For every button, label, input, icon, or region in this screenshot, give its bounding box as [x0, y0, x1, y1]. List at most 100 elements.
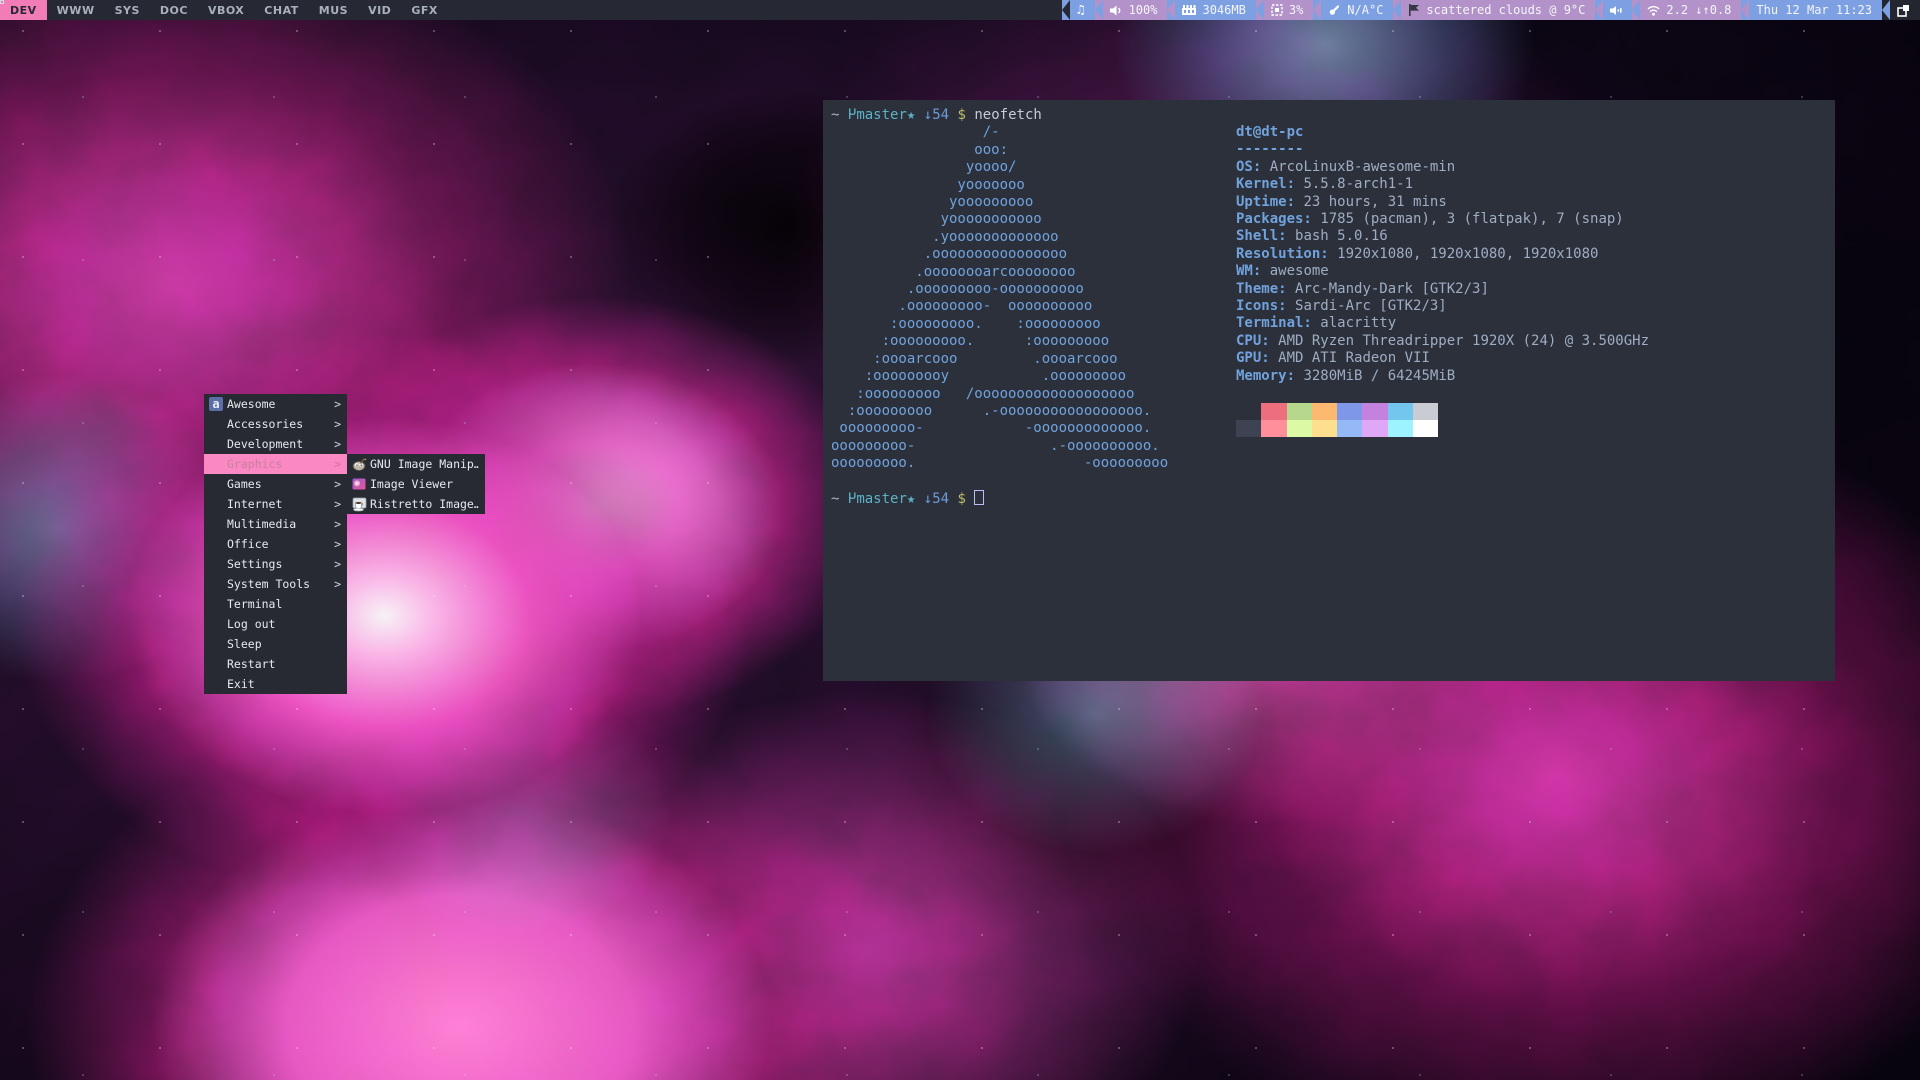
powerline-separator [1256, 0, 1264, 20]
info-label: CPU: [1236, 333, 1270, 349]
tag-chat[interactable]: CHAT [254, 0, 308, 20]
powerline-separator [1095, 0, 1103, 20]
tag-mus[interactable]: MUS [309, 0, 358, 20]
tag-vid[interactable]: VID [358, 0, 401, 20]
system-tray: ♫ 100% 3046MB 3% [1062, 0, 1920, 20]
menu-item-multimedia[interactable]: Multimedia > [204, 514, 347, 534]
submenu-chevron-icon: > [334, 537, 341, 551]
prompt-line: ~ Чmaster★ ↓54 $ neofetch [831, 107, 1042, 123]
cpu-icon [1271, 4, 1283, 16]
menu-item-system-tools[interactable]: System Tools > [204, 574, 347, 594]
tag-label: CHAT [264, 4, 298, 17]
gimp-icon [351, 456, 367, 472]
menu-item-games[interactable]: Games > [204, 474, 347, 494]
menu-item-settings[interactable]: Settings > [204, 554, 347, 574]
info-label: OS: [1236, 159, 1261, 175]
menu-item-awesome[interactable]: a Awesome > [204, 394, 347, 414]
palette-swatch [1287, 420, 1312, 437]
terminal-color-palette-row2 [1236, 420, 1438, 436]
submenu-chevron-icon: > [334, 437, 341, 451]
prompt-cwd: ~ [831, 107, 839, 123]
powerline-separator [1882, 0, 1890, 20]
palette-swatch [1388, 403, 1413, 420]
palette-swatch [1312, 403, 1337, 420]
ristretto-icon [351, 496, 367, 512]
menu-item-internet[interactable]: Internet > [204, 494, 347, 514]
tag-label: MUS [319, 4, 348, 17]
menu-item-log-out[interactable]: Log out [204, 614, 347, 634]
tag-www[interactable]: WWW [47, 0, 105, 20]
thermometer-icon [1328, 4, 1341, 16]
tag-gfx[interactable]: GFX [401, 0, 448, 20]
menu-item-office[interactable]: Office > [204, 534, 347, 554]
menu-item-development[interactable]: Development > [204, 434, 347, 454]
tag-label: VID [368, 4, 391, 17]
info-value: alacritty [1320, 315, 1396, 331]
tag-sys[interactable]: SYS [105, 0, 150, 20]
tag-dev[interactable]: DEV [0, 0, 47, 20]
clock-widget[interactable]: Thu 12 Mar 11:23 [1741, 0, 1882, 20]
info-label: Kernel: [1236, 176, 1295, 192]
palette-swatch [1362, 420, 1387, 437]
audio-toggle-widget[interactable] [1595, 0, 1632, 20]
menu-item-terminal[interactable]: Terminal [204, 594, 347, 614]
layout-indicator[interactable] [1882, 0, 1920, 20]
tag-label: DEV [10, 4, 37, 17]
temperature-widget[interactable]: N/A°C [1313, 0, 1393, 20]
menu-item-graphics[interactable]: Graphics > [204, 454, 347, 474]
volume-widget[interactable]: 100% [1095, 0, 1168, 20]
palette-swatch [1287, 403, 1312, 420]
prompt-jobs: ↓54 [924, 107, 949, 123]
cpu-widget[interactable]: 3% [1256, 0, 1313, 20]
tag-vbox[interactable]: VBOX [198, 0, 254, 20]
info-label: Uptime: [1236, 194, 1295, 210]
memory-widget[interactable]: 3046MB [1167, 0, 1255, 20]
memory-icon [1182, 5, 1196, 16]
tag-doc[interactable]: DOC [150, 0, 198, 20]
submenu-item-image-viewer[interactable]: Image Viewer [347, 474, 485, 494]
network-widget[interactable]: 2.2 ↓↑0.8 [1632, 0, 1741, 20]
submenu-chevron-icon: > [334, 397, 341, 411]
network-value: 2.2 ↓↑0.8 [1666, 3, 1731, 17]
terminal-cursor [974, 490, 984, 505]
info-value: 1920x1080, 1920x1080, 1920x1080 [1337, 246, 1598, 262]
menu-item-sleep[interactable]: Sleep [204, 634, 347, 654]
neofetch-user-host: dt@dt-pc [1236, 124, 1303, 140]
info-value: 1785 (pacman), 3 (flatpak), 7 (snap) [1320, 211, 1623, 227]
top-bar: DEV WWW SYS DOC VBOX CHAT MUS VID GFX ♫ … [0, 0, 1920, 20]
tag-label: DOC [160, 4, 188, 17]
submenu-chevron-icon: > [334, 517, 341, 531]
info-label: Memory: [1236, 368, 1295, 384]
tag-label: GFX [411, 4, 438, 17]
palette-swatch [1413, 403, 1438, 420]
prompt-dollar: $ [958, 107, 966, 123]
submenu-item-ristretto[interactable]: Ristretto Image… [347, 494, 485, 514]
submenu-chevron-icon: > [334, 477, 341, 491]
prompt-git-dirty-star: ★ [907, 107, 915, 123]
palette-swatch [1236, 420, 1261, 437]
arcolinux-ascii-logo: /- ooo: yoooo/ yooooooo yooooooooo yoooo… [831, 124, 1168, 471]
awesome-root-menu: a Awesome > Accessories > Development > … [204, 394, 347, 694]
speaker-icon [1110, 5, 1123, 16]
terminal-color-palette-row1 [1236, 403, 1438, 419]
palette-swatch [1388, 420, 1413, 437]
info-value: bash 5.0.16 [1295, 228, 1388, 244]
weather-widget[interactable]: scattered clouds @ 9°C [1393, 0, 1595, 20]
submenu-item-gimp[interactable]: GNU Image Manip… [347, 454, 485, 474]
graphics-submenu: GNU Image Manip… Image Viewer Ristretto … [347, 454, 485, 514]
clock-value: Thu 12 Mar 11:23 [1756, 3, 1872, 17]
menu-item-accessories[interactable]: Accessories > [204, 414, 347, 434]
prompt-git-branch: master [856, 107, 907, 123]
music-widget[interactable]: ♫ [1062, 0, 1095, 20]
palette-swatch [1413, 420, 1438, 437]
info-label: Shell: [1236, 228, 1287, 244]
menu-item-restart[interactable]: Restart [204, 654, 347, 674]
powerline-separator [1167, 0, 1175, 20]
prompt-jobs: ↓54 [924, 491, 949, 507]
powerline-separator [1595, 0, 1603, 20]
submenu-chevron-icon: > [334, 417, 341, 431]
menu-item-exit[interactable]: Exit [204, 674, 347, 694]
info-label: WM: [1236, 263, 1261, 279]
info-value: awesome [1270, 263, 1329, 279]
terminal-window[interactable]: ~ Чmaster★ ↓54 $ neofetch /- ooo: yoooo/… [823, 100, 1835, 681]
